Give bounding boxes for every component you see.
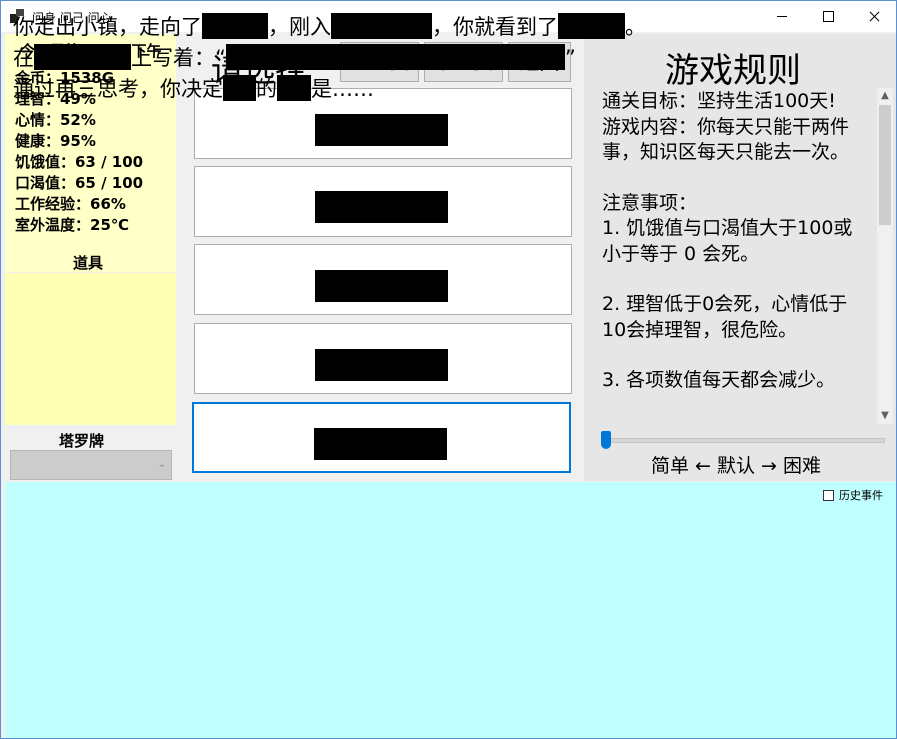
story-text: 你走出小镇，走向了 ，刚入 ，你就看到了 。 在 上写着：“ ” 通过再三思考，你决定 的 是… bbox=[13, 12, 646, 105]
story-panel bbox=[5, 482, 896, 738]
rules-line bbox=[602, 267, 870, 292]
redacted-option-text bbox=[315, 349, 448, 381]
story-line-1: 你走出小镇，走向了 ，刚入 ，你就看到了 。 bbox=[13, 12, 646, 43]
rules-text[interactable]: 通关目标：坚持生活100天! 游戏内容：你每天只能干两件事，知识区每天只能去一次… bbox=[602, 89, 870, 424]
story-text-fragment: 是…… bbox=[311, 77, 374, 101]
items-list[interactable] bbox=[5, 273, 176, 425]
choice-option-2[interactable] bbox=[194, 166, 572, 237]
choice-option-3[interactable] bbox=[194, 244, 572, 315]
redacted-text bbox=[34, 44, 131, 70]
stat-hunger: 饥饿值：63 / 100 bbox=[15, 153, 144, 171]
chevron-down-icon: ⌄ bbox=[157, 459, 166, 470]
redacted-option-text bbox=[314, 428, 447, 460]
rules-title: 游戏规则 bbox=[665, 51, 801, 91]
close-icon[interactable] bbox=[851, 1, 896, 32]
rules-line: 3. 各项数值每天都会减少。 bbox=[602, 369, 836, 391]
redacted-text bbox=[202, 13, 268, 39]
difficulty-slider-thumb[interactable] bbox=[601, 431, 611, 449]
rules-line: 注意事项： bbox=[602, 191, 698, 214]
maximize-icon[interactable] bbox=[805, 1, 851, 32]
items-label: 道具 bbox=[73, 254, 104, 272]
story-line-2: 在 上写着：“ ” bbox=[13, 43, 646, 74]
rules-line bbox=[602, 166, 870, 191]
scroll-down-icon[interactable]: ▼ bbox=[877, 408, 893, 424]
history-events-checkbox[interactable]: 历史事件 bbox=[823, 487, 883, 503]
choice-option-5[interactable] bbox=[192, 402, 571, 473]
story-text-fragment: ，刚入 bbox=[268, 15, 331, 39]
story-text-fragment: 的 bbox=[256, 77, 277, 101]
rules-line: 游戏内容：你每天只能干两件事，知识区每天只能去一次。 bbox=[602, 115, 850, 164]
history-events-label: 历史事件 bbox=[839, 489, 883, 502]
story-text-fragment: 你走出小镇，走向了 bbox=[13, 15, 202, 39]
stat-thirst: 口渴值：65 / 100 bbox=[15, 174, 144, 192]
redacted-text bbox=[558, 13, 625, 39]
story-text-fragment: ，你就看到了 bbox=[432, 15, 558, 39]
story-text-fragment: 通过再三思考，你决定 bbox=[13, 77, 223, 101]
story-text-fragment: 在 bbox=[13, 46, 34, 70]
scroll-up-icon[interactable]: ▲ bbox=[877, 88, 893, 104]
rules-scrollbar[interactable]: ▲ ▼ bbox=[877, 88, 893, 424]
game-window: 问身 问己 问心 今天是第 14 天 下午 金币：1538G 理智：49% 心情… bbox=[0, 0, 897, 739]
redacted-option-text bbox=[315, 191, 448, 223]
tarot-label: 塔罗牌 bbox=[59, 432, 105, 450]
stat-mood: 心情：52% bbox=[15, 111, 96, 129]
stat-health: 健康：95% bbox=[15, 132, 96, 150]
rules-line: 1. 饥饿值与口渴值大于100或小于等于 0 会死。 bbox=[602, 217, 853, 265]
stat-outdoor-temperature: 室外温度：25℃ bbox=[15, 216, 130, 234]
checkbox-icon[interactable] bbox=[823, 490, 834, 501]
redacted-option-text bbox=[315, 114, 448, 146]
story-text-fragment: 上写着：“ bbox=[131, 46, 226, 70]
rules-line: 2. 理智低于0会死，心情低于10会掉理智，很危险。 bbox=[602, 293, 848, 341]
story-text-fragment: ” bbox=[564, 46, 576, 70]
choice-option-4[interactable] bbox=[194, 323, 572, 394]
redacted-text bbox=[331, 13, 432, 39]
tarot-select[interactable]: ⌄ bbox=[10, 450, 172, 480]
redacted-text bbox=[277, 75, 311, 101]
difficulty-label: 简单 ← 默认 → 困难 bbox=[651, 455, 821, 477]
difficulty-slider-track[interactable] bbox=[606, 438, 885, 443]
rules-line bbox=[602, 343, 870, 368]
redacted-text bbox=[225, 44, 565, 70]
story-text-fragment: 。 bbox=[625, 15, 646, 39]
story-line-3: 通过再三思考，你决定 的 是…… bbox=[13, 74, 646, 105]
minimize-icon[interactable] bbox=[759, 1, 805, 32]
redacted-text bbox=[223, 75, 256, 101]
stat-work-experience: 工作经验：66% bbox=[15, 195, 126, 213]
redacted-option-text bbox=[315, 270, 448, 302]
scrollbar-thumb[interactable] bbox=[879, 105, 891, 225]
